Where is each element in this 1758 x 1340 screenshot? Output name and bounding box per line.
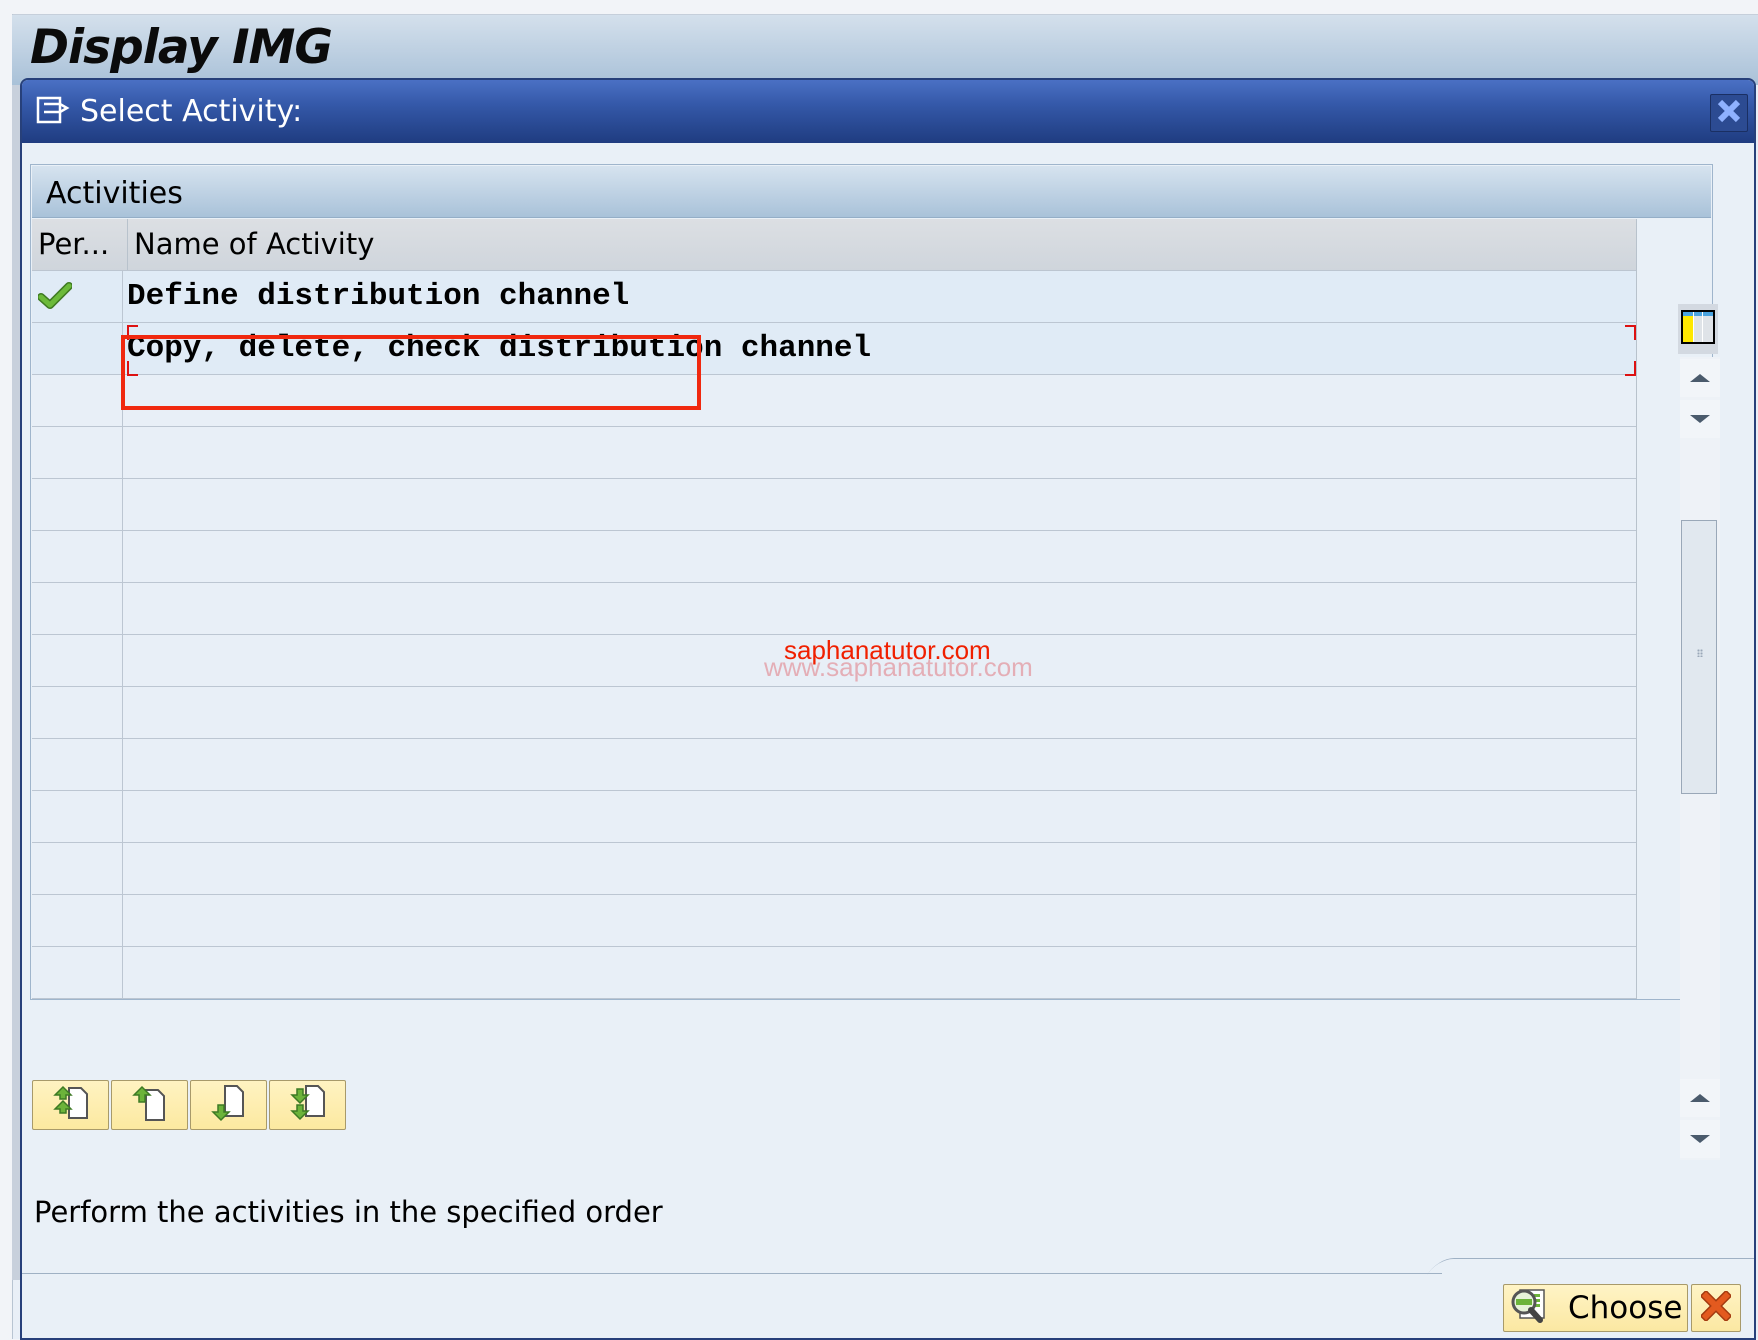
performed-cell	[32, 687, 123, 738]
scroll-thumb[interactable]	[1681, 520, 1717, 794]
move-bottom-icon	[288, 1084, 328, 1126]
performed-cell	[32, 375, 123, 426]
performed-cell	[32, 895, 123, 946]
watermark-primary: saphanatutor.com	[784, 635, 991, 665]
activity-name[interactable]: Define distribution channel	[127, 271, 629, 322]
choose-magnifier-icon	[1510, 1286, 1550, 1330]
choose-button-label: Choose	[1568, 1290, 1683, 1326]
activities-panel-title: Activities	[46, 176, 183, 211]
column-configuration-button[interactable]	[1678, 304, 1718, 354]
move-down-icon	[209, 1084, 249, 1126]
table-row-empty[interactable]	[32, 895, 1636, 947]
focus-corner-tr	[1625, 325, 1636, 340]
table-row[interactable]: Define distribution channel	[32, 271, 1636, 323]
table-row-empty[interactable]	[32, 739, 1636, 791]
select-activity-dialog: Select Activity: Activities Per... Name …	[20, 78, 1756, 1340]
move-up-icon	[130, 1084, 170, 1126]
table-row-empty[interactable]	[32, 479, 1636, 531]
move-to-top-button[interactable]	[32, 1080, 109, 1130]
focus-corner-br	[1625, 361, 1636, 376]
arrow-up-icon	[1690, 374, 1710, 382]
move-top-icon	[51, 1084, 91, 1126]
move-to-bottom-button[interactable]	[269, 1080, 346, 1130]
performed-cell	[32, 583, 123, 634]
checkmark-icon	[37, 282, 73, 310]
arrow-down-icon	[1690, 1135, 1710, 1143]
arrow-up-icon	[1690, 1094, 1710, 1102]
performed-cell	[32, 739, 123, 790]
order-button-group	[32, 1080, 346, 1132]
table-row-empty[interactable]	[32, 791, 1636, 843]
dialog-title: Select Activity:	[80, 94, 303, 129]
dialog-titlebar[interactable]: Select Activity:	[22, 80, 1754, 143]
cancel-x-icon	[1699, 1289, 1733, 1325]
performed-cell	[32, 271, 123, 322]
scroll-page-up-button[interactable]	[1680, 359, 1720, 397]
grip-icon	[1697, 649, 1703, 657]
performed-cell	[32, 947, 123, 998]
footer-divider-right	[1472, 1258, 1754, 1259]
scroll-down-button[interactable]	[1680, 1120, 1720, 1158]
performed-cell	[32, 531, 123, 582]
activities-panel: Activities Per... Name of Activity Defin…	[30, 164, 1720, 1160]
close-icon	[1716, 98, 1742, 128]
footer-divider-curve	[1427, 1258, 1482, 1275]
column-layout-icon	[1680, 309, 1716, 349]
scroll-up-button[interactable]	[1680, 1079, 1720, 1117]
performed-cell	[32, 323, 123, 374]
table-row-empty[interactable]	[32, 843, 1636, 895]
select-list-icon	[36, 96, 70, 124]
cancel-button[interactable]	[1691, 1284, 1741, 1332]
table-row-empty[interactable]	[32, 687, 1636, 739]
activities-panel-header: Activities	[32, 166, 1711, 218]
footer-divider	[22, 1273, 1442, 1274]
column-header-performed[interactable]: Per...	[38, 219, 122, 270]
performed-cell	[32, 843, 123, 894]
move-down-button[interactable]	[190, 1080, 267, 1130]
annotation-highlight-box	[121, 335, 701, 410]
vertical-scrollbar[interactable]	[1680, 357, 1720, 1160]
performed-cell	[32, 479, 123, 530]
performed-cell	[32, 791, 123, 842]
table-row-empty[interactable]	[32, 583, 1636, 635]
table-right-border	[1636, 219, 1637, 999]
arrow-down-icon	[1690, 415, 1710, 423]
hint-text: Perform the activities in the specified …	[34, 1195, 663, 1229]
column-header-name[interactable]: Name of Activity	[127, 219, 1634, 270]
table-row-empty[interactable]	[32, 947, 1636, 999]
scroll-page-down-button[interactable]	[1680, 400, 1720, 438]
move-up-button[interactable]	[111, 1080, 188, 1130]
table-row-empty[interactable]	[32, 531, 1636, 583]
background-window-title: Display IMG	[30, 20, 333, 75]
performed-cell	[32, 427, 123, 478]
dialog-close-button[interactable]	[1710, 94, 1748, 132]
table-header: Per... Name of Activity	[32, 219, 1636, 271]
choose-button[interactable]: Choose	[1503, 1284, 1688, 1332]
table-row-empty[interactable]	[32, 427, 1636, 479]
performed-cell	[32, 635, 123, 686]
